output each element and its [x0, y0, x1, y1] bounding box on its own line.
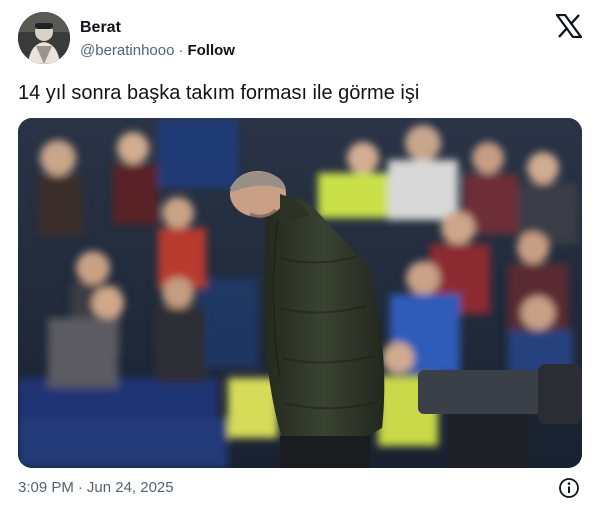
- tweet-date: Jun 24, 2025: [86, 479, 174, 496]
- tweet-time: 3:09 PM: [18, 479, 74, 496]
- avatar[interactable]: [18, 12, 70, 64]
- timestamp-separator: ·: [77, 479, 83, 496]
- tweet-photo[interactable]: [18, 118, 582, 468]
- photo-coach-on-sideline: [18, 118, 582, 468]
- follow-button[interactable]: Follow: [187, 42, 235, 59]
- handle-separator: ·: [178, 42, 184, 59]
- user-info: Berat @beratinhooo · Follow: [80, 18, 235, 61]
- x-logo-icon[interactable]: [554, 13, 584, 39]
- tweet-text: 14 yıl sonra başka takım forması ile gör…: [18, 82, 420, 104]
- handle-row: @beratinhooo · Follow: [80, 41, 235, 61]
- tweet-card: Berat @beratinhooo · Follow 14 yıl sonra b…: [0, 0, 600, 518]
- avatar-image: [18, 12, 70, 64]
- user-handle[interactable]: @beratinhooo: [80, 42, 174, 59]
- info-icon[interactable]: [558, 477, 580, 499]
- tweet-timestamp[interactable]: 3:09 PM · Jun 24, 2025: [18, 479, 174, 497]
- display-name[interactable]: Berat: [80, 18, 235, 38]
